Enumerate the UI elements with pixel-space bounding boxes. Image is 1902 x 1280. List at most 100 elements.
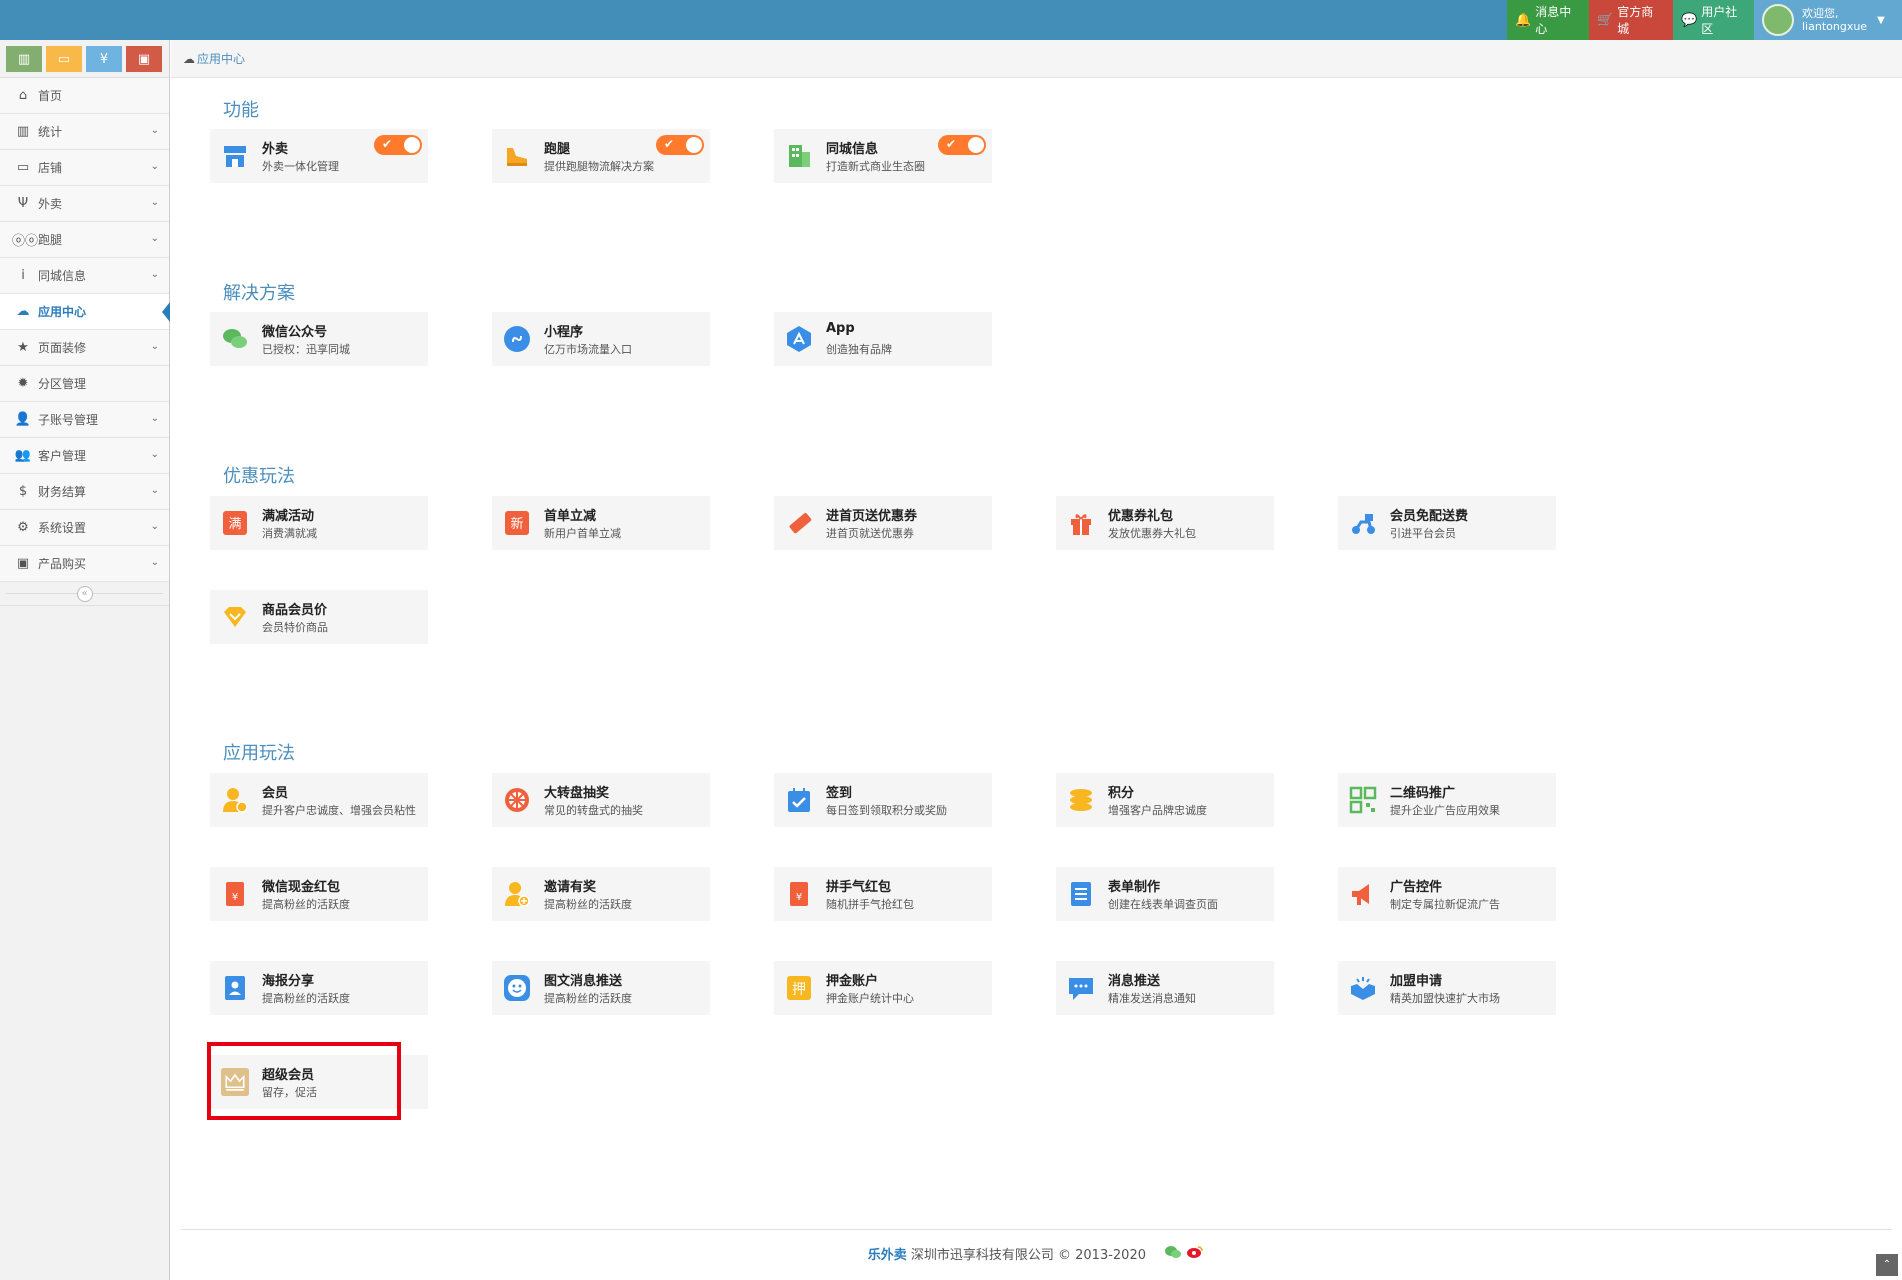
app-card-desc: 创造独有品牌: [826, 343, 892, 356]
sidebar-item-city-info[interactable]: i 同城信息 ⌄: [0, 258, 169, 294]
user-icon: 👤: [14, 412, 32, 427]
app-card-homepage-coupon[interactable]: 进首页送优惠券 进首页就送优惠券: [774, 496, 992, 550]
app-card-city-info[interactable]: 同城信息 打造新式商业生态圈 ✔: [774, 129, 992, 183]
svg-text:新: 新: [510, 516, 523, 532]
app-card-first-order[interactable]: 新 首单立减 新用户首单立减: [492, 496, 710, 550]
app-card-member-price[interactable]: 商品会员价 会员特价商品: [210, 590, 428, 644]
app-card-title: 二维码推广: [1390, 786, 1456, 801]
sidebar-item-page-decor[interactable]: ★ 页面装修 ⌄: [0, 330, 169, 366]
app-card-desc: 发放优惠券大礼包: [1108, 527, 1196, 540]
megaphone-icon: [1349, 880, 1377, 908]
user-community-button[interactable]: 💬 用户社区: [1673, 0, 1754, 40]
shortcut-purchase-button[interactable]: ▣: [126, 46, 162, 72]
chevron-down-icon: ⌄: [150, 125, 159, 136]
app-card-checkin[interactable]: 签到 每日签到领取积分或奖励: [774, 773, 992, 827]
sidebar-item-label: 分区管理: [38, 377, 87, 391]
app-card-desc: 随机拼手气抢红包: [826, 898, 914, 911]
takeout-toggle[interactable]: ✔: [374, 135, 422, 155]
app-card-miniprogram[interactable]: 小程序 亿万市场流量入口: [492, 312, 710, 366]
app-card-desc: 创建在线表单调查页面: [1108, 898, 1218, 911]
app-card-desc: 提升企业广告应用效果: [1390, 804, 1500, 817]
app-card-full-reduction[interactable]: 满 满减活动 消费满就减: [210, 496, 428, 550]
app-card-desc: 进首页就送优惠券: [826, 527, 914, 540]
app-card-wechat-mp[interactable]: 微信公众号 已授权：迅享同城: [210, 312, 428, 366]
cart-icon: 🛒: [1597, 12, 1614, 28]
app-card-franchise[interactable]: 加盟申请 精英加盟快速扩大市场: [1338, 961, 1556, 1015]
app-card-title: 消息推送: [1108, 974, 1161, 989]
smile-icon: [503, 974, 531, 1002]
scroll-to-top-button[interactable]: ⌃: [1876, 1254, 1898, 1276]
briefcase-icon: ▣: [16, 556, 30, 571]
app-card-desc: 提高粉丝的活跃度: [544, 992, 632, 1005]
app-card-title: 跑腿: [544, 142, 571, 157]
app-card-app[interactable]: App 创造独有品牌: [774, 312, 992, 366]
wechat-icon[interactable]: [1164, 1245, 1182, 1259]
app-card-news-push[interactable]: 图文消息推送 提高粉丝的活跃度: [492, 961, 710, 1015]
app-card-desc: 引进平台会员: [1390, 527, 1456, 540]
app-card-wechat-redpacket[interactable]: ¥ 微信现金红包 提高粉丝的活跃度: [210, 867, 428, 921]
footer-copyright: 深圳市迅享科技有限公司 © 2013-2020: [910, 1248, 1146, 1263]
app-card-lucky-redpacket[interactable]: ¥ 拼手气红包 随机拼手气抢红包: [774, 867, 992, 921]
gear-icon: ✹: [17, 376, 29, 391]
caret-down-icon: ▼: [1877, 14, 1885, 26]
poster-icon: [221, 974, 249, 1002]
breadcrumb-current[interactable]: 应用中心: [197, 50, 245, 67]
svg-text:¥: ¥: [796, 892, 802, 903]
app-card-lucky-wheel[interactable]: 大转盘抽奖 常见的转盘式的抽奖: [492, 773, 710, 827]
app-card-title: 邀请有奖: [544, 880, 597, 895]
sidebar-item-stats[interactable]: ▥ 统计 ⌄: [0, 114, 169, 150]
chevron-down-icon: ⌄: [150, 449, 159, 460]
app-card-desc: 打造新式商业生态圈: [826, 160, 925, 173]
section-title-solutions: 解决方案: [223, 283, 295, 304]
app-card-form-builder[interactable]: 表单制作 创建在线表单调查页面: [1056, 867, 1274, 921]
app-card-member[interactable]: 会员 提升客户忠诚度、增强会员粘性: [210, 773, 428, 827]
app-card-poster-share[interactable]: 海报分享 提高粉丝的活跃度: [210, 961, 428, 1015]
sidebar-item-purchase[interactable]: ▣ 产品购买 ⌄: [0, 546, 169, 582]
app-card-ad-widget[interactable]: 广告控件 制定专属拉新促流广告: [1338, 867, 1556, 921]
sidebar-item-label: 同城信息: [38, 269, 87, 283]
red-envelope-icon: ¥: [785, 880, 813, 908]
message-center-button[interactable]: 🔔 消息中心: [1507, 0, 1589, 40]
desktop-icon: ▭: [57, 51, 71, 67]
sidebar-item-app-center[interactable]: ☁ 应用中心: [0, 294, 170, 330]
app-card-desc: 增强客户品牌忠诚度: [1108, 804, 1207, 817]
sidebar-item-errand[interactable]: ⓞⓞ 跑腿 ⌄: [0, 222, 169, 258]
app-card-deposit-account[interactable]: 押 押金账户 押金账户统计中心: [774, 961, 992, 1015]
sidebar-item-settings[interactable]: ⚙ 系统设置 ⌄: [0, 510, 169, 546]
chevron-down-icon: ⌄: [150, 485, 159, 496]
shortcut-takeout-button[interactable]: ¥: [86, 46, 122, 72]
city-info-toggle[interactable]: ✔: [938, 135, 986, 155]
user-menu[interactable]: 欢迎您, liantongxue ▼: [1754, 0, 1902, 40]
app-card-qrcode[interactable]: 二维码推广 提升企业广告应用效果: [1338, 773, 1556, 827]
shortcut-stats-button[interactable]: ▥: [6, 46, 42, 72]
app-card-invite-reward[interactable]: 邀请有奖 提高粉丝的活跃度: [492, 867, 710, 921]
app-card-title: 签到: [826, 786, 853, 801]
collapse-sidebar-button[interactable]: «: [76, 585, 93, 602]
official-mall-button[interactable]: 🛒 官方商城: [1589, 0, 1673, 40]
sidebar-item-takeout[interactable]: Ψ 外卖 ⌄: [0, 186, 169, 222]
sidebar-item-customers[interactable]: 👥 客户管理 ⌄: [0, 438, 169, 474]
sidebar-item-zone-manage[interactable]: ✹ 分区管理: [0, 366, 169, 402]
shortcut-store-button[interactable]: ▭: [46, 46, 82, 72]
app-card-message-push[interactable]: 消息推送 精准发送消息通知: [1056, 961, 1274, 1015]
member-icon: [221, 786, 249, 814]
app-card-title: 满减活动: [262, 509, 315, 524]
section-title-apps: 应用玩法: [223, 743, 295, 764]
sidebar-item-label: 产品购买: [38, 557, 87, 571]
sidebar-item-finance[interactable]: $ 财务结算 ⌄: [0, 474, 169, 510]
app-card-coupon-pack[interactable]: 优惠券礼包 发放优惠券大礼包: [1056, 496, 1274, 550]
errand-toggle[interactable]: ✔: [656, 135, 704, 155]
app-card-title: 优惠券礼包: [1108, 509, 1174, 524]
sidebar-item-sub-accounts[interactable]: 👤 子账号管理 ⌄: [0, 402, 169, 438]
sidebar-item-home[interactable]: ⌂ 首页: [0, 78, 169, 114]
app-card-points[interactable]: 积分 增强客户品牌忠诚度: [1056, 773, 1274, 827]
app-card-errand[interactable]: 跑腿 提供跑腿物流解决方案 ✔: [492, 129, 710, 183]
sidebar-item-store[interactable]: ▭ 店铺 ⌄: [0, 150, 169, 186]
sidebar-item-label: 子账号管理: [38, 413, 99, 427]
app-card-member-free-delivery[interactable]: 会员免配送费 引进平台会员: [1338, 496, 1556, 550]
chevron-down-icon: ⌄: [150, 557, 159, 568]
weibo-icon[interactable]: [1186, 1245, 1204, 1259]
wheel-icon: [503, 786, 531, 814]
app-card-takeout[interactable]: 外卖 外卖一体化管理 ✔: [210, 129, 428, 183]
app-card-title: 图文消息推送: [544, 974, 623, 989]
